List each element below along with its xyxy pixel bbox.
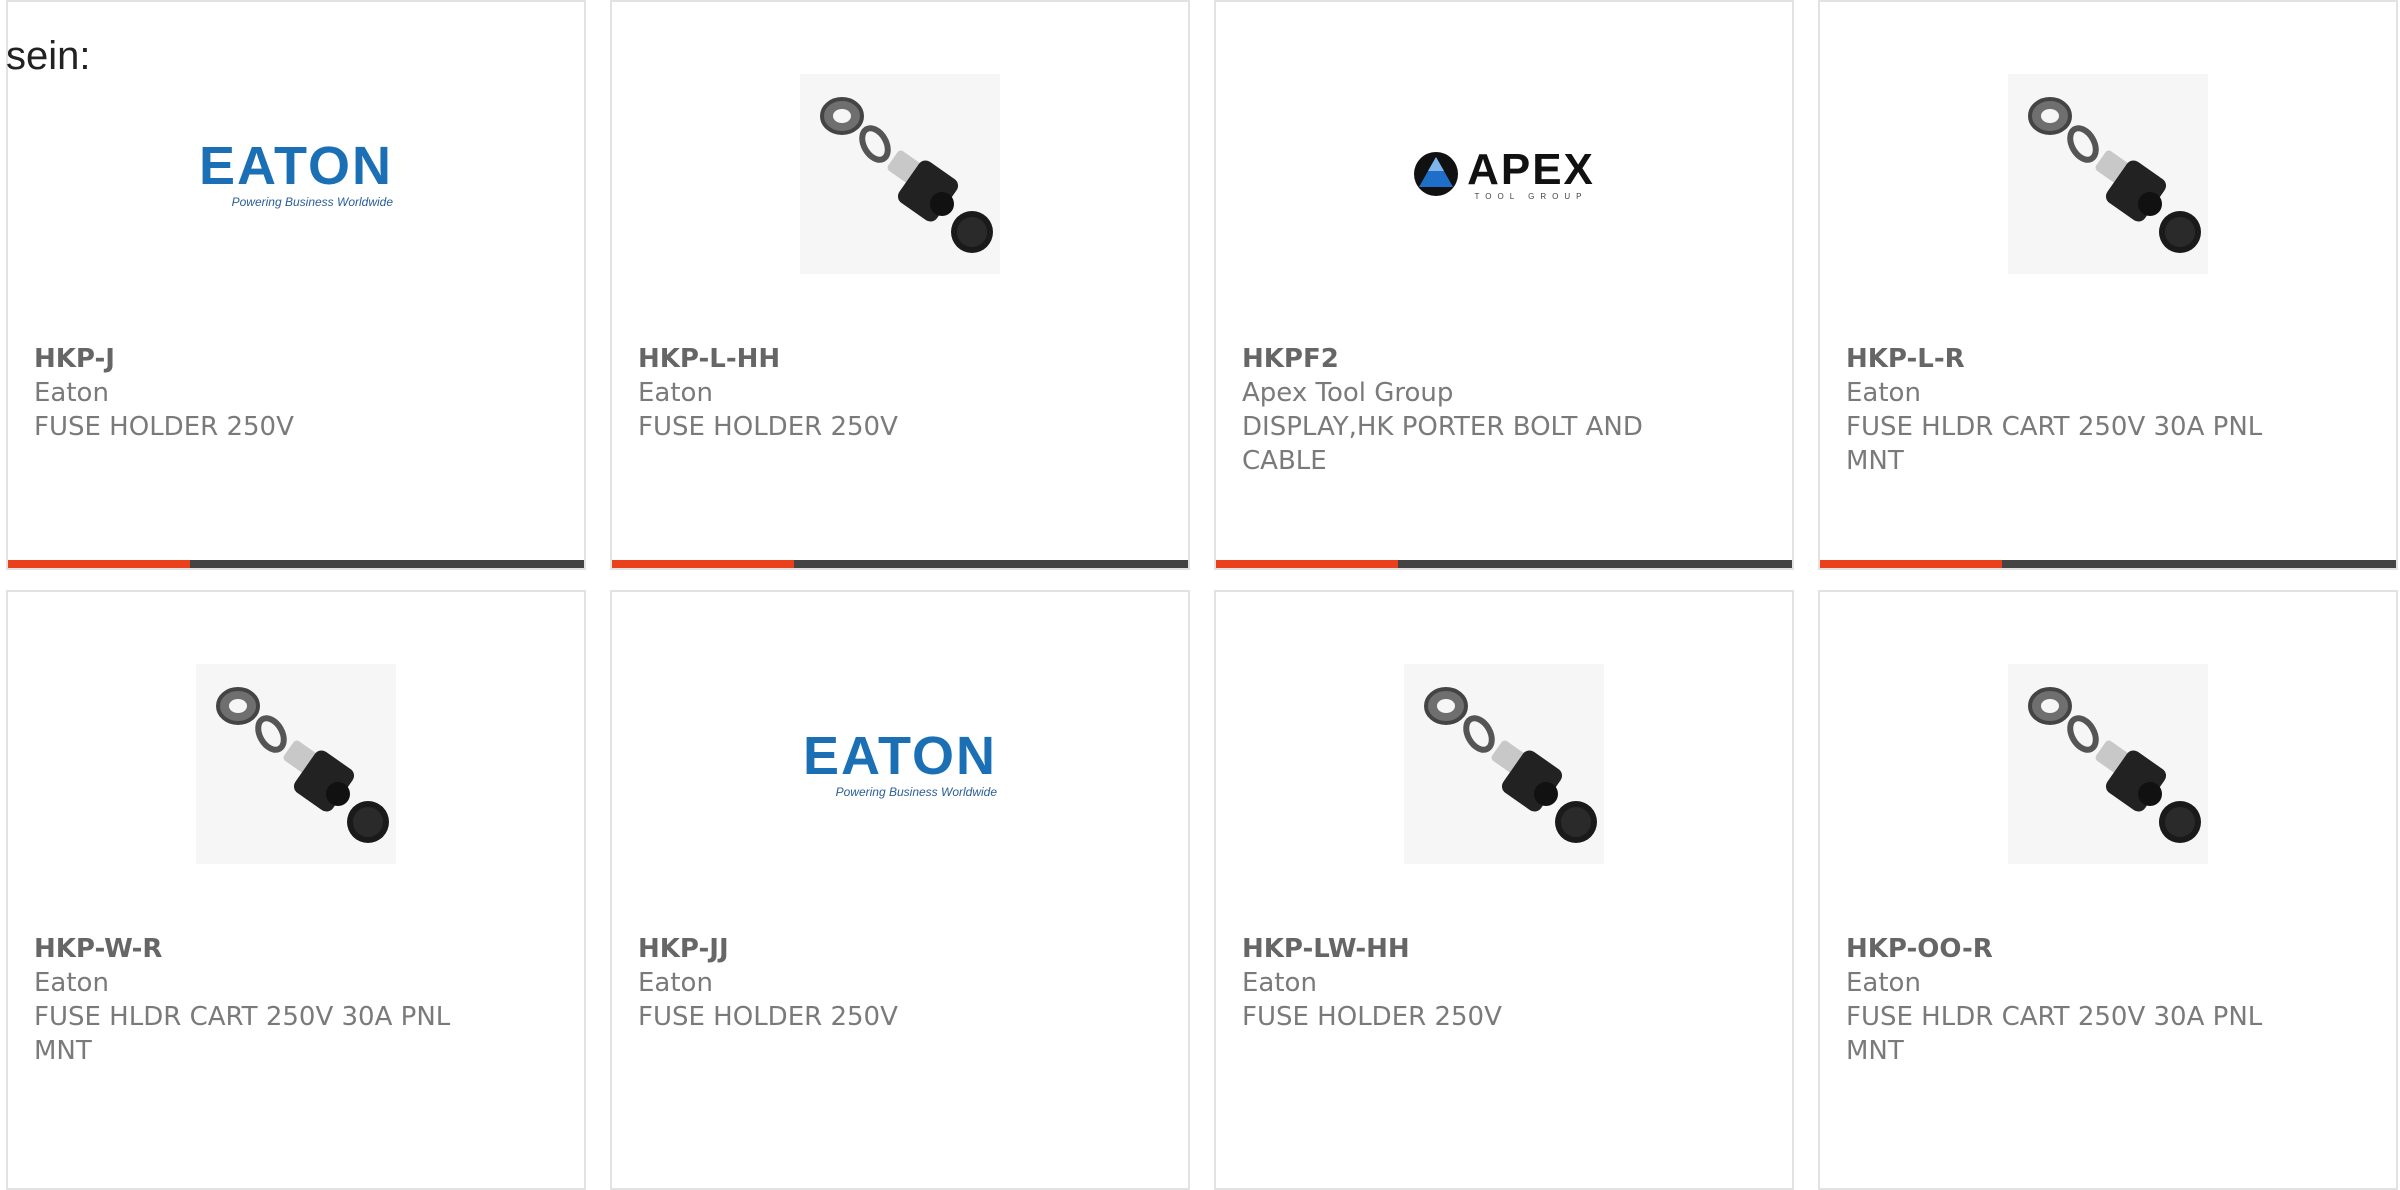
product-description: FUSE HLDR CART 250V 30A PNL MNT [34, 1002, 451, 1066]
manufacturer-name: Eaton [34, 378, 109, 408]
eaton-logo: EATON Powering Business Worldwide [199, 139, 393, 209]
product-card[interactable]: HKP-LW-HH Eaton FUSE HOLDER 250V [1214, 590, 1794, 1190]
fuse-holder-icon [2008, 74, 2208, 274]
logo-wordmark: EATON [198, 136, 394, 196]
product-image[interactable] [196, 664, 396, 864]
logo-tagline: TOOL GROUP [1474, 191, 1588, 201]
manufacturer-name: Eaton [34, 968, 109, 998]
fuse-holder-icon [2008, 664, 2208, 864]
product-image[interactable]: EATON Powering Business Worldwide [800, 664, 1000, 864]
product-card[interactable]: HKP-W-R Eaton FUSE HLDR CART 250V 30A PN… [6, 590, 586, 1190]
fuse-holder-icon [196, 664, 396, 864]
product-image[interactable] [800, 74, 1000, 274]
part-number-link[interactable]: HKP-W-R [34, 932, 162, 966]
product-card[interactable]: HKP-OO-R Eaton FUSE HLDR CART 250V 30A P… [1818, 590, 2398, 1190]
product-description: FUSE HLDR CART 250V 30A PNL MNT [1846, 1002, 2263, 1066]
product-card[interactable]: EATON Powering Business Worldwide HKP-JJ… [610, 590, 1190, 1190]
product-image[interactable]: EATON Powering Business Worldwide [196, 74, 396, 274]
card-footer-bar [612, 560, 1188, 568]
intro-text: sein: [6, 34, 91, 78]
product-card[interactable]: HKP-L-HH Eaton FUSE HOLDER 250V [610, 0, 1190, 570]
product-card[interactable]: HKP-L-R Eaton FUSE HLDR CART 250V 30A PN… [1818, 0, 2398, 570]
product-image[interactable] [2008, 664, 2208, 864]
manufacturer-name: Eaton [638, 968, 713, 998]
logo-tagline: Powering Business Worldwide [231, 195, 394, 209]
product-image[interactable]: APEX TOOL GROUP [1404, 74, 1604, 274]
part-number-link[interactable]: HKP-J [34, 342, 115, 376]
manufacturer-name: Eaton [1846, 968, 1921, 998]
logo-wordmark: APEX [1467, 144, 1595, 194]
card-footer-bar [8, 560, 584, 568]
manufacturer-name: Eaton [1846, 378, 1921, 408]
apex-logo: APEX TOOL GROUP [1413, 144, 1595, 201]
manufacturer-name: Eaton [1242, 968, 1317, 998]
product-description: DISPLAY,HK PORTER BOLT AND CABLE [1242, 412, 1643, 476]
part-number-link[interactable]: HKP-LW-HH [1242, 932, 1410, 966]
logo-wordmark: EATON [802, 726, 998, 786]
product-description: FUSE HLDR CART 250V 30A PNL MNT [1846, 412, 2263, 476]
part-number-link[interactable]: HKP-JJ [638, 932, 729, 966]
eaton-logo: EATON Powering Business Worldwide [803, 729, 997, 799]
product-card[interactable]: EATON Powering Business Worldwide HKP-J … [6, 0, 586, 570]
part-number-link[interactable]: HKP-L-HH [638, 342, 780, 376]
product-description: FUSE HOLDER 250V [1242, 1002, 1502, 1032]
product-description: FUSE HOLDER 250V [34, 412, 294, 442]
logo-tagline: Powering Business Worldwide [835, 785, 998, 799]
part-number-link[interactable]: HKP-L-R [1846, 342, 1965, 376]
product-description: FUSE HOLDER 250V [638, 412, 898, 442]
product-description: FUSE HOLDER 250V [638, 1002, 898, 1032]
card-footer-bar [1216, 560, 1792, 568]
product-image[interactable] [2008, 74, 2208, 274]
fuse-holder-icon [1404, 664, 1604, 864]
product-image[interactable] [1404, 664, 1604, 864]
card-footer-bar [1820, 560, 2396, 568]
apex-triangle-icon [1414, 152, 1459, 196]
product-card[interactable]: APEX TOOL GROUP HKPF2 Apex Tool Group DI… [1214, 0, 1794, 570]
part-number-link[interactable]: HKP-OO-R [1846, 932, 1993, 966]
manufacturer-name: Apex Tool Group [1242, 378, 1454, 408]
manufacturer-name: Eaton [638, 378, 713, 408]
fuse-holder-icon [800, 74, 1000, 274]
part-number-link[interactable]: HKPF2 [1242, 342, 1339, 376]
